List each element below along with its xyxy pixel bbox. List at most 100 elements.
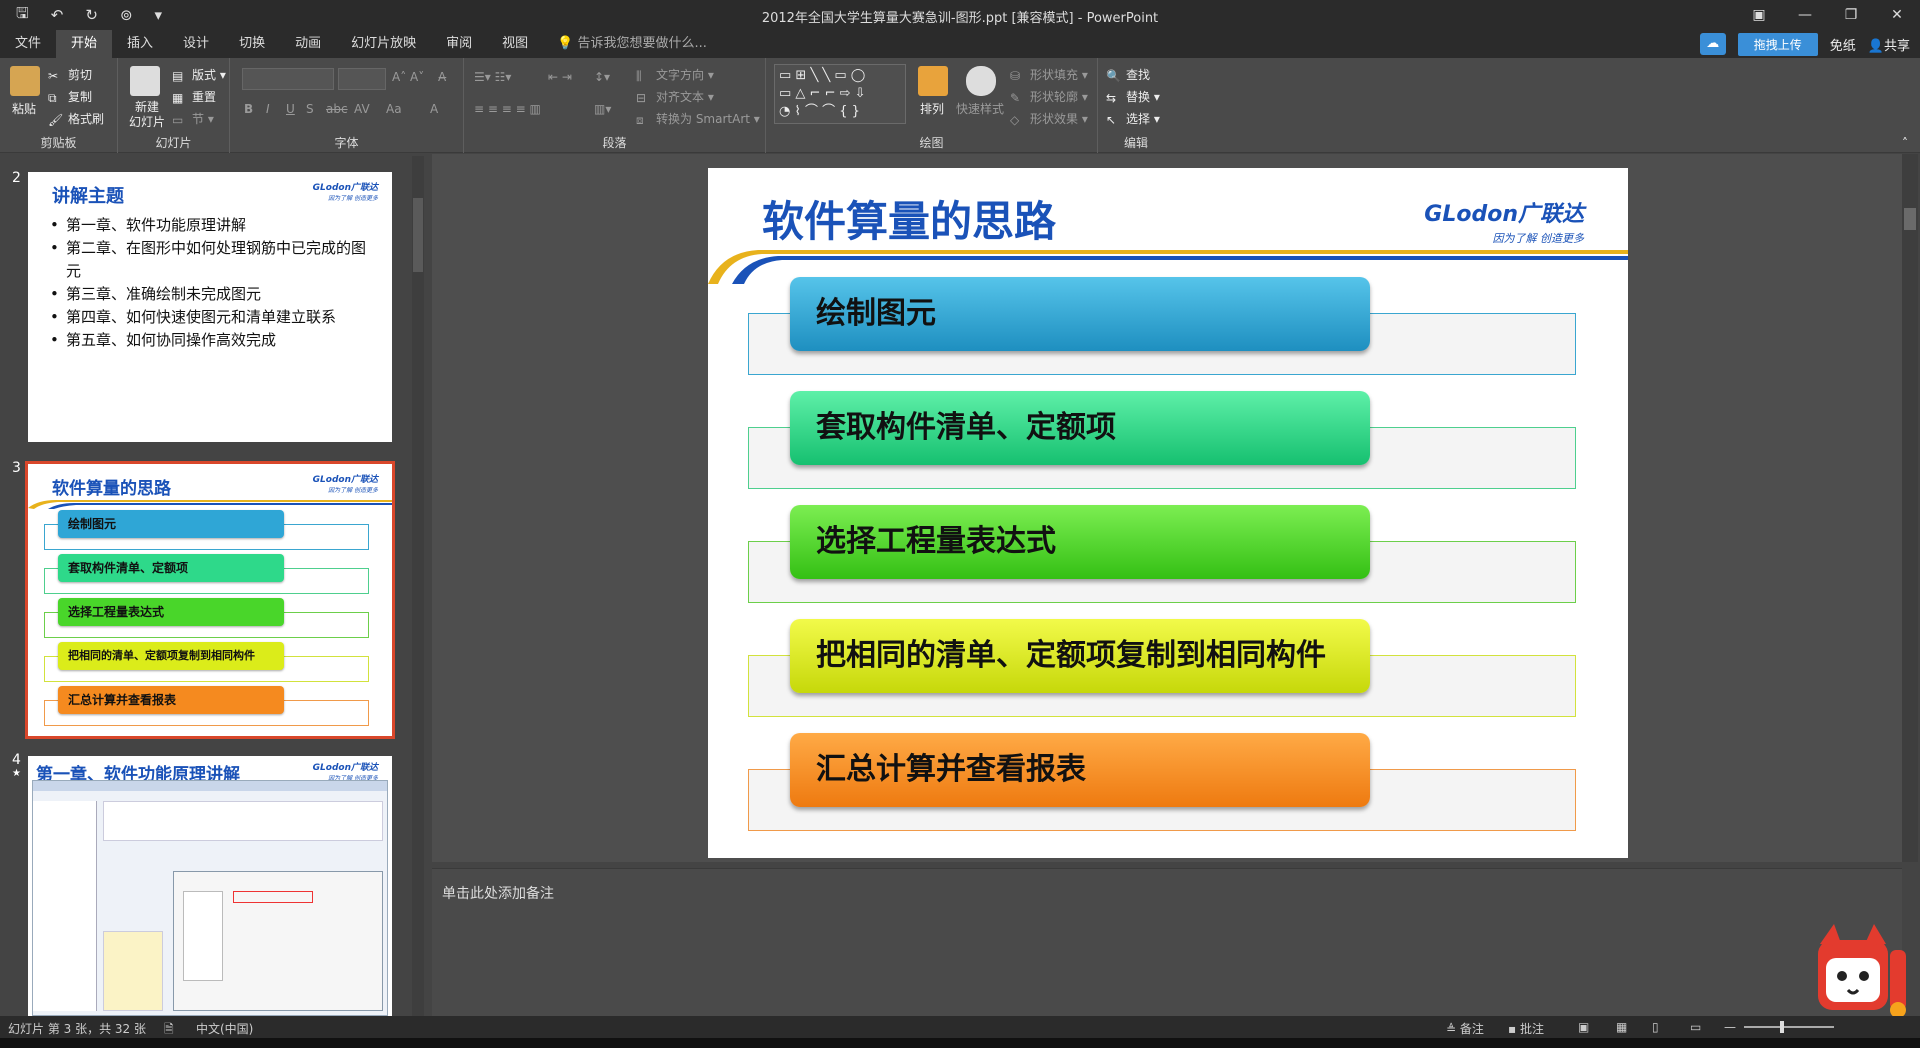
line-spacing-icon[interactable]: ↕▾	[594, 70, 610, 84]
cut-button[interactable]: ✂ 剪切	[48, 66, 92, 83]
tab-slideshow[interactable]: 幻灯片放映	[336, 30, 431, 58]
slide-scrollbar-thumb[interactable]	[1904, 208, 1916, 230]
ribbon-display-options-icon[interactable]: ▣	[1736, 0, 1782, 30]
tab-review[interactable]: 审阅	[431, 30, 487, 58]
thumbnail-slide-4[interactable]: 第一章、软件功能原理讲解 GLodon广联达 因为了解 创造更多	[28, 756, 392, 1016]
arrange-icon[interactable]	[918, 66, 948, 96]
customize-qat-icon[interactable]: ▾	[155, 6, 163, 24]
underline-button[interactable]: U	[286, 102, 295, 116]
strikethrough-button[interactable]: abc	[326, 102, 348, 116]
current-slide[interactable]: 软件算量的思路 GLodon广联达 因为了解 创造更多 绘制图元 套取构件清单、定…	[708, 168, 1628, 858]
grow-font-icon[interactable]: A˄ A˅	[392, 70, 424, 84]
undo-icon[interactable]: ↶	[51, 6, 64, 24]
paste-icon[interactable]	[10, 66, 40, 96]
indent-icon[interactable]: ⇤ ⇥	[548, 70, 572, 84]
clear-format-icon[interactable]: A̶	[438, 70, 446, 84]
tab-view[interactable]: 视图	[487, 30, 543, 58]
text-direction-button[interactable]: ⫼ 文字方向 ▾	[636, 66, 714, 83]
notes-placeholder[interactable]: 单击此处添加备注	[442, 883, 554, 903]
step-5[interactable]: 汇总计算并查看报表	[790, 733, 1370, 807]
glodon-logo: GLodon广联达 因为了解 创造更多	[312, 183, 378, 202]
list-item: 第二章、在图形中如何处理钢筋中已完成的图元	[50, 237, 375, 283]
tab-home[interactable]: 开始	[56, 30, 113, 58]
glodon-logo: GLodon广联达 因为了解 创造更多	[312, 475, 378, 494]
new-slide-icon[interactable]	[130, 66, 160, 96]
paragraph-group-label: 段落	[602, 136, 627, 150]
tab-file[interactable]: 文件	[0, 30, 56, 58]
comments-toggle-button[interactable]: ▪ 批注	[1508, 1020, 1544, 1037]
shape-fill-button[interactable]: ⛁ 形状填充 ▾	[1010, 66, 1088, 83]
language-indicator[interactable]: 中文(中国)	[196, 1020, 253, 1037]
quick-styles-icon[interactable]	[966, 66, 996, 96]
notes-pane[interactable]: 单击此处添加备注	[432, 868, 1902, 1016]
slide-title[interactable]: 软件算量的思路	[762, 188, 1056, 249]
free-paper-button[interactable]: 免纸	[1830, 35, 1856, 54]
tab-animations[interactable]: 动画	[280, 30, 336, 58]
effects-icon: ◇	[1010, 112, 1020, 127]
step-2[interactable]: 套取构件清单、定额项	[790, 391, 1370, 465]
replace-button[interactable]: ⇆ 替换 ▾	[1106, 88, 1160, 105]
restore-button[interactable]: ❐	[1828, 0, 1874, 30]
zoom-slider-thumb[interactable]	[1780, 1021, 1784, 1033]
shadow-button[interactable]: S	[306, 102, 314, 116]
format-painter-button[interactable]: 🖌 格式刷	[48, 110, 104, 127]
minimize-button[interactable]: —	[1782, 0, 1828, 30]
italic-button[interactable]: I	[266, 102, 270, 116]
zoom-slider[interactable]	[1744, 1026, 1834, 1028]
thumbnail-slide-3[interactable]: 软件算量的思路 GLodon广联达 因为了解 创造更多 绘制图元 套取构件清单、定…	[25, 461, 395, 739]
shapes-gallery[interactable]: ▭ ⊞ ╲ ╲ ▭ ◯ ▭ △ ⌐ ⌐ ⇨ ⇩ ◔ ⌇ ⌒ ⌒ { }	[774, 64, 906, 124]
zoom-out-icon[interactable]: —	[1724, 1020, 1736, 1034]
reset-icon: ▦	[172, 90, 184, 105]
section-button[interactable]: ▭ 节 ▾	[172, 110, 214, 127]
reset-button[interactable]: ▦ 重置	[172, 88, 216, 105]
redo-icon[interactable]: ↻	[85, 6, 98, 24]
tab-design[interactable]: 设计	[168, 30, 224, 58]
share-button[interactable]: 👤共享	[1868, 35, 1910, 54]
shape-outline-button[interactable]: ✎ 形状轮廓 ▾	[1010, 88, 1088, 105]
slideshow-start-icon[interactable]: ⊚	[120, 6, 133, 24]
step-4[interactable]: 把相同的清单、定额项复制到相同构件	[790, 619, 1370, 693]
font-name-combo[interactable]	[242, 68, 334, 90]
bullets-icon[interactable]: ☰▾ ☷▾	[474, 70, 511, 84]
align-icons[interactable]: ≡ ≡ ≡ ≡ ▥	[474, 102, 541, 116]
slide-scrollbar[interactable]	[1902, 154, 1918, 862]
new-slide-button[interactable]: 新建 幻灯片	[124, 100, 170, 130]
tell-me-search[interactable]: 💡 告诉我您想要做什么...	[543, 30, 707, 58]
tab-transitions[interactable]: 切换	[224, 30, 280, 58]
change-case-button[interactable]: Aa	[386, 102, 402, 116]
save-icon[interactable]: 🖫	[16, 3, 29, 28]
close-button[interactable]: ✕	[1874, 0, 1920, 30]
copy-button[interactable]: ⧉ 复制	[48, 88, 92, 105]
columns-icon[interactable]: ▥▾	[594, 102, 611, 116]
smartart-button[interactable]: ⧈ 转换为 SmartArt ▾	[636, 110, 760, 127]
notes-toggle-button[interactable]: ≜ 备注	[1446, 1020, 1484, 1037]
paste-button[interactable]: 粘贴	[12, 100, 36, 117]
font-size-combo[interactable]	[338, 68, 386, 90]
quick-styles-button[interactable]: 快速样式	[956, 100, 1004, 117]
thumb-step: 套取构件清单、定额项	[58, 554, 284, 582]
thumbnails-scrollbar[interactable]	[412, 156, 424, 1016]
tab-insert[interactable]: 插入	[112, 30, 168, 58]
thumbnails-scrollbar-thumb[interactable]	[413, 198, 423, 272]
shape-effects-button[interactable]: ◇ 形状效果 ▾	[1010, 110, 1088, 127]
bold-button[interactable]: B	[244, 102, 253, 116]
step-1[interactable]: 绘制图元	[790, 277, 1370, 351]
slide-sorter-icon[interactable]: ▦	[1616, 1020, 1627, 1034]
font-color-button[interactable]: A	[430, 102, 438, 116]
editing-group-label: 编辑	[1123, 136, 1148, 150]
arrange-button[interactable]: 排列	[920, 100, 944, 117]
select-button[interactable]: ↖ 选择 ▾	[1106, 110, 1160, 127]
upload-button[interactable]: 拖拽上传	[1737, 32, 1818, 56]
cloud-icon[interactable]: ☁	[1699, 33, 1726, 55]
person-icon: 👤	[1867, 38, 1884, 54]
thumbnail-slide-2[interactable]: 讲解主题 GLodon广联达因为了解 创造更多 第一章、软件功能原理讲解 第二章…	[28, 172, 392, 442]
slideshow-view-icon[interactable]: ▭	[1690, 1020, 1701, 1034]
collapse-ribbon-icon[interactable]: ˄	[1902, 136, 1908, 150]
find-button[interactable]: 🔍 查找	[1106, 66, 1150, 83]
layout-button[interactable]: ▤ 版式 ▾	[172, 66, 226, 83]
step-3[interactable]: 选择工程量表达式	[790, 505, 1370, 579]
char-spacing-button[interactable]: AV	[354, 102, 370, 116]
reading-view-icon[interactable]: ▯	[1652, 1020, 1659, 1034]
normal-view-icon[interactable]: ▣	[1578, 1020, 1589, 1034]
align-text-button[interactable]: ⊟ 对齐文本 ▾	[636, 88, 714, 105]
